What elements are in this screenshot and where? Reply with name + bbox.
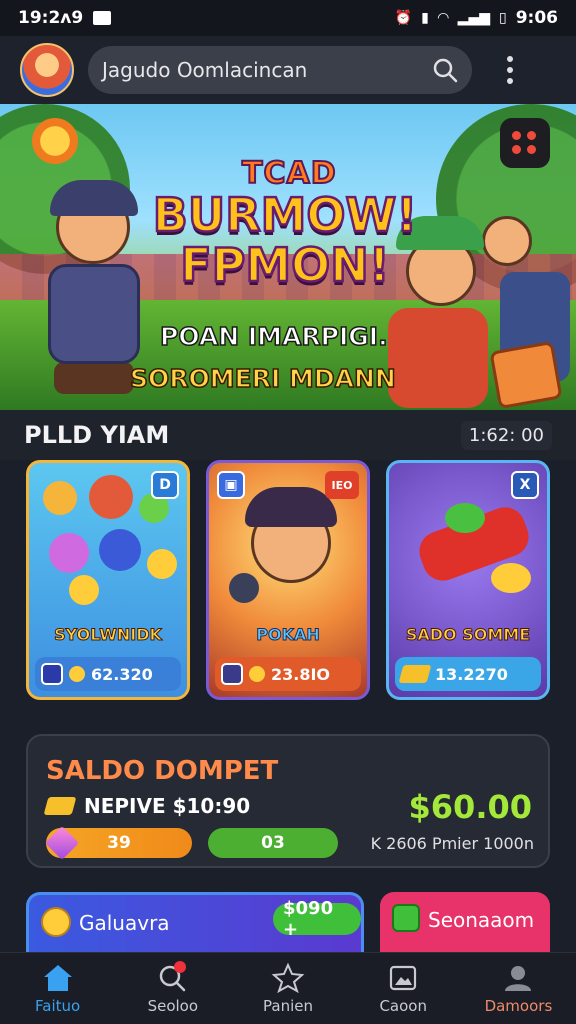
section-title: PLLD YIAM [24, 421, 170, 449]
status-bar: 19:2ʌ9 ⏰ ▮ ◠ ▂▄▆ ▯ 9:06 [0, 0, 576, 36]
card-footer: 23.8IO [215, 657, 361, 691]
home-icon [41, 963, 75, 993]
star-icon [271, 962, 305, 993]
card-value: 62.320 [91, 664, 153, 684]
coin-icon [69, 666, 85, 682]
banner-title-line1: BURMOW! [152, 188, 419, 242]
top-bar: Jagudo Oomlacincan [0, 36, 576, 104]
nav-label: Damoors [484, 996, 553, 1015]
wifi-icon: ◠ [437, 10, 449, 26]
wallet-amount: $60.00 [408, 788, 532, 826]
promo-label: Seonaaom [428, 908, 535, 932]
promo-banner[interactable]: TCAD BURMOW! FPMON! POAN IMARPIGI. SOROM… [0, 104, 576, 410]
card-label: POKAH [256, 625, 321, 645]
card-icon-badge: ▣ [217, 471, 245, 499]
close-icon[interactable]: X [511, 471, 539, 499]
green-count: 03 [261, 833, 285, 853]
wallet-sub-row: NEPIVE $10:90 [43, 794, 251, 818]
green-counter[interactable]: 03 [208, 828, 338, 858]
game-card[interactable]: ▣ IEO POKAH 23.8IO [206, 460, 370, 700]
notification-dot [174, 961, 186, 973]
gem-counter[interactable]: 39 [45, 826, 192, 860]
status-right-time: 9:06 [515, 8, 558, 28]
card-badge: IEO [325, 471, 359, 499]
gold-bar-icon [43, 797, 77, 815]
wallet-note: K 2606 Pmier 1000n [370, 834, 534, 853]
sun-icon [32, 118, 78, 164]
youtube-notification-icon [93, 11, 112, 25]
promo-label: Galuavra [79, 911, 170, 935]
card-label: SADO SOMME [405, 625, 531, 645]
game-icon [41, 663, 63, 685]
card-footer: 13.2270 [395, 657, 541, 691]
profile-icon [501, 963, 535, 993]
more-options-icon[interactable] [502, 56, 518, 84]
battery-icon: ▯ [498, 10, 507, 26]
wallet-subtitle: NEPIVE $10:90 [84, 794, 251, 818]
nav-profile[interactable]: Damoors [461, 953, 576, 1024]
user-avatar[interactable] [20, 43, 74, 97]
bottom-nav: Faituo Seoloo Panien Caoon Damoors [0, 952, 576, 1024]
alarm-icon: ⏰ [394, 10, 413, 26]
card-badge: D [151, 471, 179, 499]
gallery-icon [386, 963, 420, 993]
wallet-panel[interactable]: SALDO DOMPET NEPIVE $10:90 $60.00 39 03 … [26, 734, 550, 868]
nav-home[interactable]: Faituo [0, 953, 115, 1024]
nav-favorites[interactable]: Panien [230, 953, 345, 1024]
signal-icon: ▂▄▆ [457, 10, 490, 26]
nav-gallery[interactable]: Caoon [346, 953, 461, 1024]
banner-title: BURMOW! FPMON! [150, 188, 420, 292]
nav-label: Panien [263, 996, 313, 1015]
section-header: PLLD YIAM 1:62: 00 [0, 410, 576, 460]
promo-price-button[interactable]: $090 + [273, 898, 361, 940]
card-footer: 62.320 [35, 657, 181, 691]
banner-subtitle-2: SOROMERI MDANN [129, 363, 396, 394]
status-time: 19:2ʌ9 [18, 8, 84, 28]
card-value: 23.8IO [271, 664, 331, 684]
search-placeholder: Jagudo Oomlacincan [102, 58, 308, 82]
search-icon[interactable] [432, 57, 458, 83]
nav-label: Seoloo [147, 996, 199, 1015]
gem-count: 39 [107, 833, 131, 853]
game-card[interactable]: X SADO SOMME 13.2270 [386, 460, 550, 700]
coin-icon [41, 907, 71, 937]
game-icon [221, 663, 243, 685]
banner-title-top: TCAD [241, 155, 337, 192]
search-input[interactable]: Jagudo Oomlacincan [88, 46, 472, 94]
gold-bar-icon [398, 665, 432, 683]
game-cards: D SYOLWNIDK 62.320 ▣ IEO POKAH 23.8IO X [0, 460, 576, 710]
banner-menu-icon[interactable] [500, 118, 550, 168]
banner-subtitle-1: POAN IMARPIGI. [159, 321, 388, 352]
vibrate-icon: ▮ [421, 10, 429, 26]
nav-label: Caoon [379, 996, 427, 1015]
gem-icon [45, 826, 79, 860]
bag-icon [392, 904, 420, 932]
section-timer: 1:62: 00 [460, 420, 552, 450]
nav-search[interactable]: Seoloo [115, 953, 230, 1024]
card-value: 13.2270 [435, 664, 508, 684]
banner-title-line2: FPMON! [179, 238, 391, 292]
nav-label: Faituo [35, 996, 81, 1015]
coin-icon [249, 666, 265, 682]
card-label: SYOLWNIDK [54, 625, 163, 645]
game-card[interactable]: D SYOLWNIDK 62.320 [26, 460, 190, 700]
wallet-title: SALDO DOMPET [46, 756, 279, 786]
